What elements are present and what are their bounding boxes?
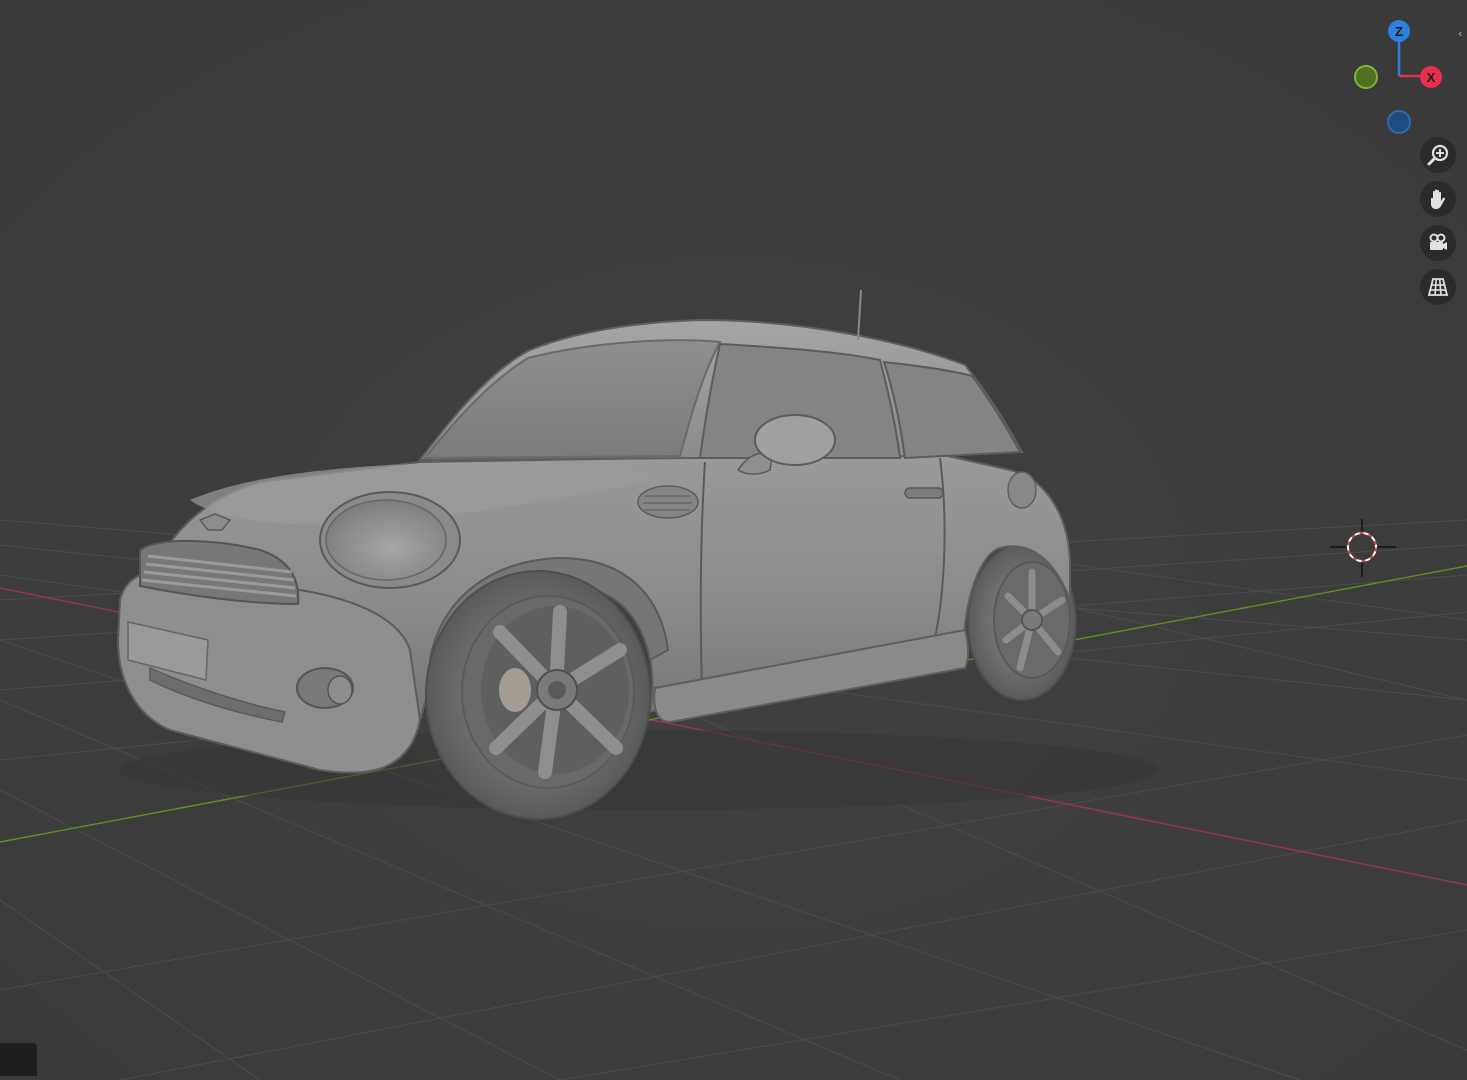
gizmo-y-negative — [1354, 65, 1378, 89]
zoom-icon — [1427, 144, 1449, 166]
door-handle — [904, 487, 944, 499]
camera-icon — [1429, 233, 1447, 250]
gizmo-z-negative — [1387, 110, 1411, 134]
gizmo-z-label: Z — [1395, 24, 1403, 39]
gizmo-x-label: X — [1427, 70, 1436, 85]
3d-viewport[interactable]: Z X — [0, 0, 1467, 1080]
ortho-grid-icon — [1427, 278, 1449, 296]
zoom-button[interactable] — [1420, 137, 1456, 173]
headlight — [319, 491, 461, 589]
camera-view-button[interactable] — [1420, 225, 1456, 261]
sidebar-toggle-icon[interactable]: ‹ — [1458, 26, 1467, 42]
pan-hand-icon — [1431, 189, 1446, 209]
pan-button[interactable] — [1420, 181, 1456, 217]
side-vent — [637, 485, 699, 519]
front-wheel — [425, 570, 651, 820]
ortho-toggle-button[interactable] — [1420, 269, 1456, 305]
corner-panel-tab[interactable] — [0, 1043, 37, 1076]
